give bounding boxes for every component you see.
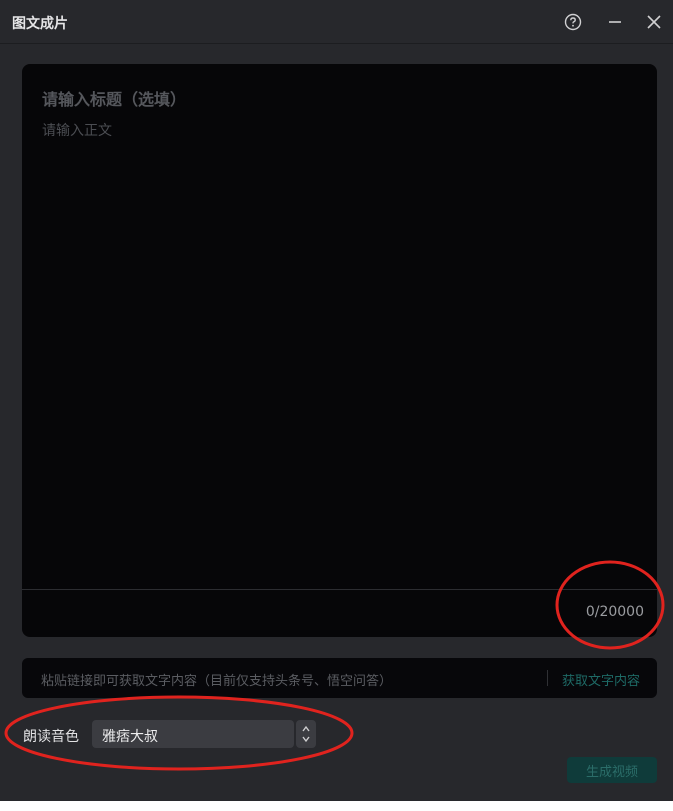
- annotation-ellipse-counter: [555, 560, 665, 650]
- annotation-ellipse-voice: [4, 695, 354, 771]
- annotation-overlay: [4, 560, 665, 771]
